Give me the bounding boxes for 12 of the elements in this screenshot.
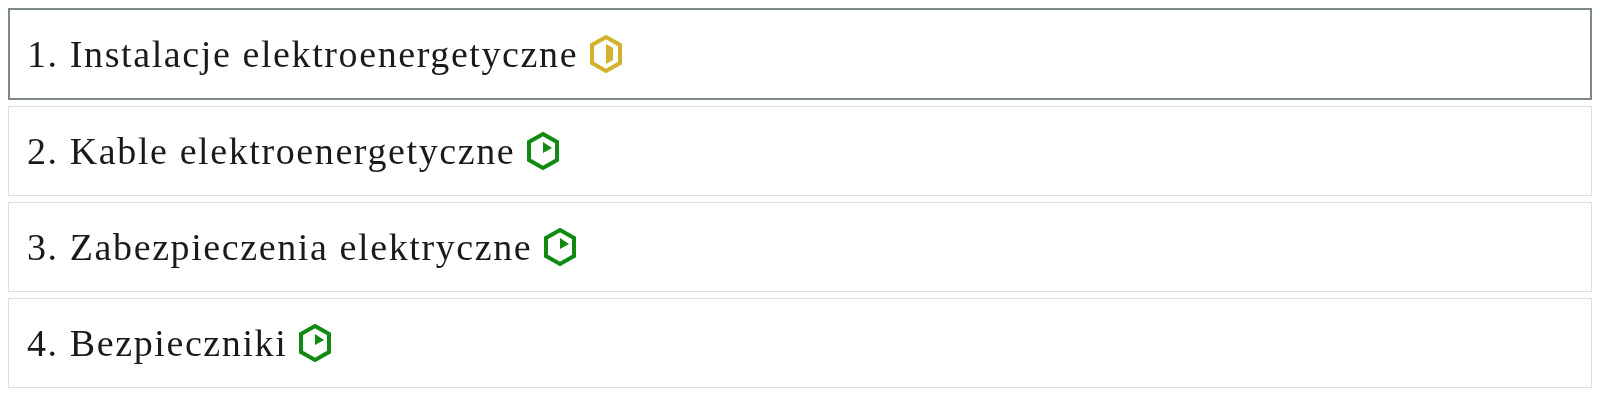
lesson-item[interactable]: 1. Instalacje elektroenergetyczne bbox=[8, 8, 1592, 100]
lesson-title: 1. Instalacje elektroenergetyczne bbox=[27, 32, 579, 76]
hexagon-play-icon bbox=[297, 323, 334, 363]
hexagon-half-icon bbox=[588, 34, 625, 74]
lesson-item[interactable]: 4. Bezpieczniki bbox=[8, 298, 1592, 388]
lesson-title: 4. Bezpieczniki bbox=[27, 321, 288, 365]
hexagon-play-icon bbox=[542, 227, 579, 267]
lesson-item[interactable]: 2. Kable elektroenergetyczne bbox=[8, 106, 1592, 196]
lesson-title: 3. Zabezpieczenia elektryczne bbox=[27, 225, 533, 269]
lesson-item[interactable]: 3. Zabezpieczenia elektryczne bbox=[8, 202, 1592, 292]
lesson-title: 2. Kable elektroenergetyczne bbox=[27, 129, 516, 173]
hexagon-play-icon bbox=[525, 131, 562, 171]
